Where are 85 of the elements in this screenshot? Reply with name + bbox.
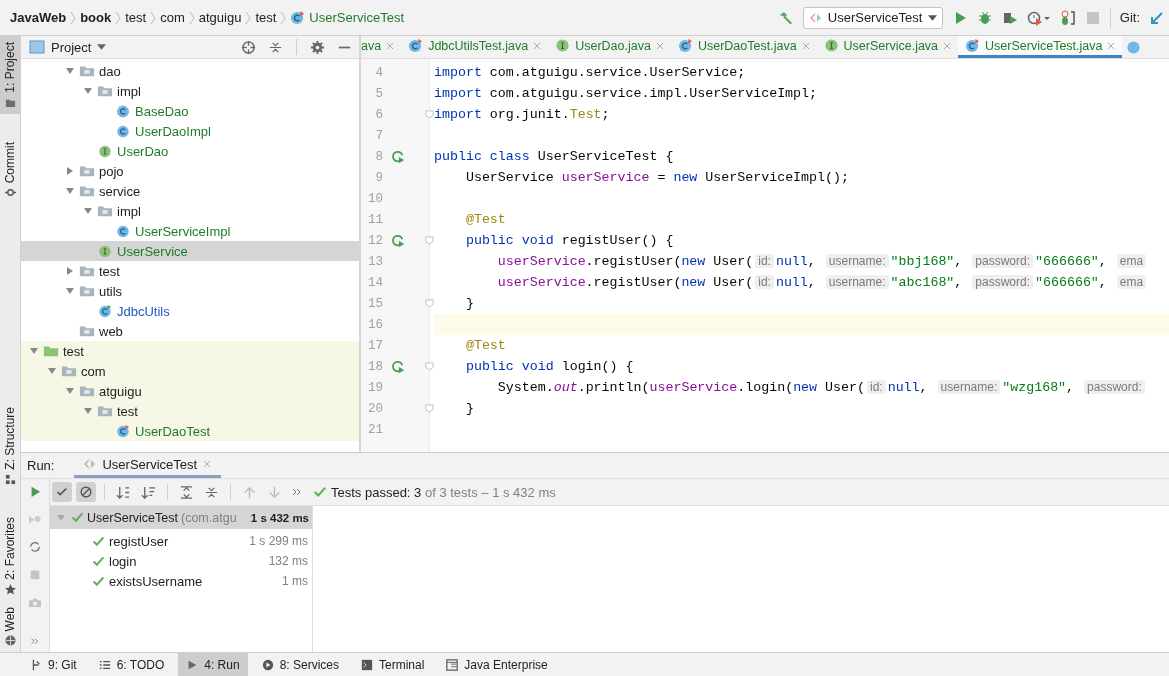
line-number: 10 xyxy=(367,191,383,206)
tree-item[interactable]: test xyxy=(21,401,359,421)
breadcrumb-item[interactable]: book xyxy=(80,10,112,25)
line-number: 19 xyxy=(367,380,383,395)
line-number: 9 xyxy=(374,170,383,185)
test-result-item[interactable]: registUser 1 s 299 ms xyxy=(50,531,312,551)
breadcrumb-item[interactable]: UserServiceTest xyxy=(309,10,404,25)
editor-tab[interactable]: UserServiceTest.java xyxy=(958,36,1123,58)
code-line: @Test xyxy=(464,212,506,227)
tool-window-button[interactable]: Web xyxy=(0,600,20,652)
editor-tab[interactable]: ava xyxy=(361,36,402,58)
code-line: @Test xyxy=(464,338,506,353)
tree-item[interactable]: UserServiceImpl xyxy=(21,221,359,241)
line-number: 8 xyxy=(374,149,383,164)
breadcrumb-item[interactable]: com xyxy=(160,10,185,25)
tool-window-button[interactable]: Java Enterprise xyxy=(438,653,556,676)
tree-item[interactable]: dao xyxy=(21,61,359,81)
test-result-item[interactable]: UserServiceTest (com.atgu 1 s 432 ms xyxy=(50,506,312,529)
tool-window-button[interactable]: 8: Services xyxy=(253,653,347,676)
line-number: 18 xyxy=(367,359,383,374)
code-line: userService.registUser(new User( id: null, username: "abc168", password: "666666", ema xyxy=(434,275,1149,290)
tree-item[interactable]: UserDaoImpl xyxy=(21,121,359,141)
line-number: 15 xyxy=(367,296,383,311)
line-number: 4 xyxy=(374,65,383,80)
tree-item[interactable]: UserService xyxy=(21,241,359,261)
editor-tab[interactable]: UserService.java xyxy=(816,36,959,58)
tree-item[interactable]: test xyxy=(21,261,359,281)
line-number: 16 xyxy=(367,317,383,332)
test-result-item[interactable]: login 132 ms xyxy=(50,551,312,571)
code-line: public void registUser() { xyxy=(464,233,674,248)
line-number: 13 xyxy=(367,254,383,269)
code-line: } xyxy=(464,296,474,311)
tree-item[interactable]: pojo xyxy=(21,161,359,181)
tool-window-button[interactable]: Z: Structure xyxy=(0,401,20,491)
breadcrumb-item[interactable]: JavaWeb xyxy=(10,10,67,25)
code-line: } xyxy=(464,401,474,416)
editor-tab[interactable]: JdbcUtilsTest.java xyxy=(401,36,549,58)
breadcrumb-item[interactable]: test xyxy=(125,10,147,25)
tree-item[interactable]: test xyxy=(21,341,359,361)
panel-title[interactable]: Project xyxy=(51,39,92,55)
tool-window-button[interactable]: 9: Git xyxy=(22,653,85,676)
breadcrumb-item[interactable]: test xyxy=(255,10,277,25)
line-number: 14 xyxy=(367,275,383,290)
line-number: 5 xyxy=(374,86,383,101)
line-number: 11 xyxy=(367,212,383,227)
line-number: 21 xyxy=(367,422,383,437)
run-configuration-dropdown[interactable]: UserServiceTest xyxy=(802,6,943,29)
tool-window-button[interactable]: 1: Project xyxy=(0,36,20,114)
breadcrumb-item[interactable]: atguigu xyxy=(198,10,242,25)
test-status: Tests passed: 3 of 3 tests – 1 s 432 ms xyxy=(331,484,556,500)
panel-title: Run: xyxy=(27,458,55,473)
line-number: 6 xyxy=(374,107,383,122)
tool-window-button[interactable]: Terminal xyxy=(353,653,433,676)
tree-item[interactable]: atguigu xyxy=(21,381,359,401)
tool-window-button[interactable]: 2: Favorites xyxy=(0,510,20,601)
code-line: System.out.println(userService.login(new User( id: null, username: "wzg168", password: xyxy=(434,380,1147,395)
tree-item[interactable]: web xyxy=(21,321,359,341)
tree-item[interactable]: utils xyxy=(21,281,359,301)
tree-item[interactable]: com xyxy=(21,361,359,381)
code-line: UserService userService = new UserServiceImpl(); xyxy=(464,170,849,185)
code-line: import org.junit.Test; xyxy=(434,107,610,122)
code-line: public class UserServiceTest { xyxy=(434,149,674,164)
tree-item[interactable]: JdbcUtils xyxy=(21,301,359,321)
tool-window-button[interactable]: 4: Run xyxy=(178,653,248,676)
tree-item[interactable]: UserDaoTest xyxy=(21,421,359,441)
tree-item[interactable]: BaseDao xyxy=(21,101,359,121)
tree-item[interactable]: impl xyxy=(21,201,359,221)
run-tab[interactable]: UserServiceTest xyxy=(74,453,222,478)
code-line: userService.registUser(new User( id: null, username: "bbj168", password: "666666", ema xyxy=(434,254,1149,269)
code-line: import com.atguigu.service.impl.UserServiceImpl; xyxy=(434,86,818,101)
test-result-item[interactable]: existsUsername 1 ms xyxy=(50,571,312,591)
git-label: Git: xyxy=(1119,10,1140,25)
tool-window-button[interactable]: 6: TODO xyxy=(90,653,173,676)
code-line: import com.atguigu.service.UserService; xyxy=(434,65,746,80)
line-number: 20 xyxy=(367,401,383,416)
line-number: 17 xyxy=(367,338,383,353)
tool-window-button[interactable]: Commit xyxy=(0,135,20,205)
editor-tab[interactable]: UserDaoTest.java xyxy=(670,36,817,58)
tree-item[interactable]: service xyxy=(21,181,359,201)
code-line: public void login() { xyxy=(464,359,634,374)
tree-item[interactable]: UserDao xyxy=(21,141,359,161)
line-number: 7 xyxy=(374,128,383,143)
line-number: 12 xyxy=(367,233,383,248)
tree-item[interactable]: impl xyxy=(21,81,359,101)
editor-tab[interactable]: UserDao.java xyxy=(548,36,671,58)
